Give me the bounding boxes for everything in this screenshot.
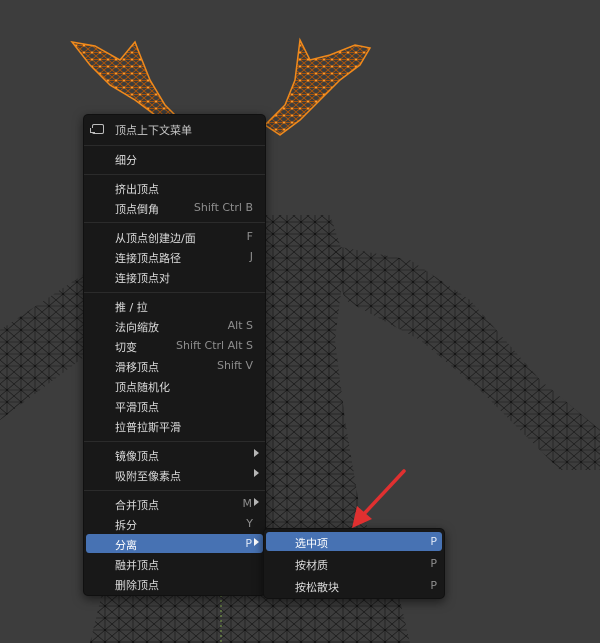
menu-item-label: 顶点随机化 [115,381,170,394]
menu-header: 顶点上下文菜单 [84,115,265,143]
menu-item-delete-vertices[interactable]: 删除顶点 [86,574,263,593]
menu-item-label: 删除顶点 [115,579,159,592]
menu-item-slide-vertices[interactable]: 滑移顶点 Shift V [86,356,263,375]
menu-separator [84,222,265,223]
menu-item-label: 从顶点创建边/面 [115,232,196,245]
menu-separator [84,441,265,442]
menu-item-separate[interactable]: 分离 P [86,534,263,553]
menu-item-label: 滑移顶点 [115,361,159,374]
menu-separator [84,292,265,293]
menu-item-shortcut: M [242,497,253,510]
menu-item-label: 按松散块 [295,581,339,594]
menu-item-shortcut: Shift V [216,359,253,372]
menu-item-connect-vertex-pairs[interactable]: 连接顶点对 [86,267,263,286]
submenu-item-by-loose-parts[interactable]: 按松散块 P [266,576,442,595]
menu-item-label: 切变 [115,341,137,354]
selected-horn-right [263,37,372,136]
menu-item-split[interactable]: 拆分 Y [86,514,263,533]
menu-item-connect-vertex-path[interactable]: 连接顶点路径 J [86,247,263,266]
menu-item-label: 合并顶点 [115,499,159,512]
menu-item-label: 顶点倒角 [115,203,159,216]
menu-item-label: 吸附至像素点 [115,470,181,483]
menu-item-label: 按材质 [295,559,328,572]
menu-item-label: 挤出顶点 [115,183,159,196]
menu-item-smooth-vertices[interactable]: 平滑顶点 [86,396,263,415]
menu-title: 顶点上下文菜单 [115,124,192,137]
menu-item-snap-to-symmetry[interactable]: 吸附至像素点 [86,465,263,484]
menu-item-label: 拆分 [115,519,137,532]
menu-item-dissolve-vertices[interactable]: 融并顶点 [86,554,263,573]
menu-item-subdivide[interactable]: 细分 [86,149,263,168]
menu-item-laplacian-smooth[interactable]: 拉普拉斯平滑 [86,416,263,435]
mesh-right-arm [330,245,600,470]
menu-item-new-edge-face[interactable]: 从顶点创建边/面 F [86,227,263,246]
menu-item-label: 分离 [115,539,137,552]
menu-item-shortcut: P [245,537,252,550]
menu-item-randomize-vertices[interactable]: 顶点随机化 [86,376,263,395]
menu-item-merge-vertices[interactable]: 合并顶点 M [86,494,263,513]
menu-item-shortcut: Alt S [227,319,253,332]
menu-item-label: 拉普拉斯平滑 [115,421,181,434]
menu-item-mirror-vertices[interactable]: 镜像顶点 [86,445,263,464]
menu-item-shortcut: J [249,250,253,263]
menu-item-shrink-fatten[interactable]: 法向缩放 Alt S [86,316,263,335]
menu-item-label: 镜像顶点 [115,450,159,463]
menu-item-label: 平滑顶点 [115,401,159,414]
menu-item-label: 连接顶点路径 [115,252,181,265]
menu-separator [84,174,265,175]
menu-separator [84,490,265,491]
menu-item-shear[interactable]: 切变 Shift Ctrl Alt S [86,336,263,355]
menu-separator [84,145,265,146]
menu-item-push-pull[interactable]: 推 / 拉 [86,296,263,315]
menu-item-label: 选中项 [295,537,328,550]
menu-item-shortcut: P [430,535,437,548]
annotation-arrow-icon [352,469,406,528]
menu-item-shortcut: Shift Ctrl B [193,201,253,214]
menu-item-label: 连接顶点对 [115,272,170,285]
menu-item-shortcut: Y [246,517,253,530]
submenu-item-by-material[interactable]: 按材质 P [266,554,442,573]
menu-item-label: 融并顶点 [115,559,159,572]
menu-header-icon [90,124,104,134]
submenu-arrow-icon [254,449,259,457]
menu-item-shortcut: P [430,557,437,570]
menu-item-shortcut: F [246,230,253,243]
menu-item-label: 法向缩放 [115,321,159,334]
menu-item-shortcut: Shift Ctrl Alt S [176,339,253,352]
menu-item-bevel-vertices[interactable]: 顶点倒角 Shift Ctrl B [86,198,263,217]
submenu-arrow-icon [254,469,259,477]
submenu-arrow-icon [254,498,259,506]
menu-item-label: 推 / 拉 [115,301,148,314]
submenu-arrow-icon [254,538,259,546]
menu-item-extrude-vertices[interactable]: 挤出顶点 [86,178,263,197]
vertex-context-menu: 顶点上下文菜单 细分 挤出顶点 顶点倒角 Shift Ctrl B 从顶点创建边… [83,114,266,596]
menu-item-shortcut: P [430,579,437,592]
menu-item-label: 细分 [115,154,137,167]
separate-submenu: 选中项 P 按材质 P 按松散块 P [263,528,445,599]
